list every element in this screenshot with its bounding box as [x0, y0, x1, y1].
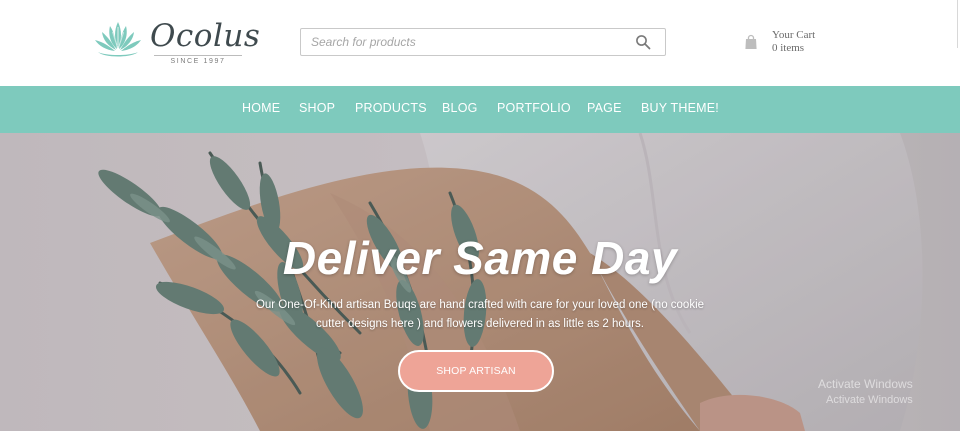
hero-title: Deliver Same Day	[282, 232, 678, 284]
search-icon[interactable]	[635, 34, 651, 50]
cart-widget[interactable]: Your Cart 0 items	[744, 29, 844, 57]
lotus-logo-icon	[95, 22, 141, 57]
nav-item-blog[interactable]: BLOG	[442, 101, 478, 115]
hero-subtitle: Our One-Of-Kind artisan Bouqs are hand c…	[255, 299, 705, 330]
cart-item-count: 0 items	[772, 42, 805, 54]
site-logo[interactable]: Ocolus SINCE 1997	[92, 14, 260, 70]
nav-item-page[interactable]: PAGE	[587, 101, 622, 115]
hero-banner: Deliver Same Day Our One-Of-Kind artisan…	[0, 133, 960, 431]
site-header: Ocolus SINCE 1997 Your Cart 0 items	[0, 0, 960, 86]
activate-windows-watermark: Activate Windows Activate Windows	[818, 377, 913, 406]
logo-tagline: SINCE 1997	[154, 55, 242, 65]
logo-wordmark: Ocolus	[150, 18, 261, 54]
nav-item-home[interactable]: HOME	[242, 101, 280, 115]
nav-item-shop[interactable]: SHOP	[299, 101, 335, 115]
nav-item-products[interactable]: PRODUCTS	[355, 101, 427, 115]
scrollbar-edge	[957, 0, 958, 48]
nav-item-portfolio[interactable]: PORTFOLIO	[497, 101, 571, 115]
main-navigation: HOME SHOP PRODUCTS BLOG PORTFOLIO PAGE B…	[0, 86, 960, 133]
nav-item-buy-theme[interactable]: BUY THEME!	[641, 101, 719, 115]
cart-title: Your Cart	[772, 29, 816, 41]
search-input[interactable]	[301, 29, 621, 55]
shop-artisan-button[interactable]: SHOP ARTISAN	[398, 350, 554, 392]
search-box	[300, 28, 666, 56]
shopping-bag-icon	[745, 34, 757, 49]
